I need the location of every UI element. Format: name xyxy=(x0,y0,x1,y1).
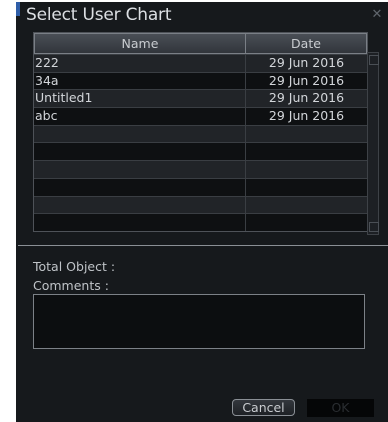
column-header-date[interactable]: Date xyxy=(246,33,367,54)
table-row[interactable] xyxy=(34,160,367,178)
row-date xyxy=(246,197,367,214)
row-name xyxy=(34,214,246,231)
cancel-button[interactable]: Cancel xyxy=(232,399,295,416)
title-accent xyxy=(16,2,20,16)
row-date: 29 Jun 2016 xyxy=(268,72,345,88)
total-object-label: Total Object : xyxy=(33,259,116,274)
table-scrollbar[interactable] xyxy=(367,52,379,235)
row-date: 29 Jun 2016 xyxy=(268,90,345,106)
comments-label: Comments : xyxy=(33,278,109,293)
select-user-chart-dialog: Select User Chart ✕ Name Date 222 29 Jun … xyxy=(16,2,388,422)
row-name: abc xyxy=(34,108,246,125)
table-row[interactable] xyxy=(34,124,367,143)
column-header-name[interactable]: Name xyxy=(34,33,246,54)
row-date: 29 Jun 2016 xyxy=(268,108,345,124)
dialog-title: Select User Chart xyxy=(26,5,172,25)
row-name: 222 xyxy=(34,55,246,72)
row-name xyxy=(34,178,246,196)
row-date xyxy=(246,214,367,231)
comments-field[interactable] xyxy=(33,294,365,349)
table-row[interactable]: abc 29 Jun 2016 xyxy=(34,107,367,125)
table-row[interactable]: Untitled1 29 Jun 2016 xyxy=(34,89,367,108)
row-date xyxy=(246,161,367,178)
section-divider xyxy=(18,245,388,246)
scroll-up-icon[interactable] xyxy=(369,55,379,65)
user-chart-table: Name Date 222 29 Jun 2016 34a 29 Jun 2016 Un… xyxy=(33,32,368,232)
row-name xyxy=(34,161,246,178)
row-name: Untitled1 xyxy=(34,90,246,108)
table-row[interactable] xyxy=(34,195,367,214)
ok-button[interactable]: OK xyxy=(307,399,374,417)
row-name xyxy=(34,196,246,214)
table-header: Name Date xyxy=(34,33,367,54)
row-date xyxy=(246,179,367,196)
table-row[interactable] xyxy=(34,213,367,231)
row-date: 29 Jun 2016 xyxy=(268,55,345,70)
table-row[interactable] xyxy=(34,177,367,196)
row-name: 34a xyxy=(34,72,246,90)
table-row[interactable]: 222 29 Jun 2016 xyxy=(34,54,367,72)
row-name xyxy=(34,125,246,143)
close-icon[interactable]: ✕ xyxy=(370,8,384,22)
table-row[interactable]: 34a 29 Jun 2016 xyxy=(34,71,367,90)
row-date xyxy=(246,143,367,160)
scroll-down-icon[interactable] xyxy=(369,222,379,232)
table-row[interactable] xyxy=(34,142,367,161)
row-date xyxy=(246,126,367,143)
table-body: 222 29 Jun 2016 34a 29 Jun 2016 Untitled1 29 … xyxy=(34,54,367,231)
row-name xyxy=(34,143,246,161)
